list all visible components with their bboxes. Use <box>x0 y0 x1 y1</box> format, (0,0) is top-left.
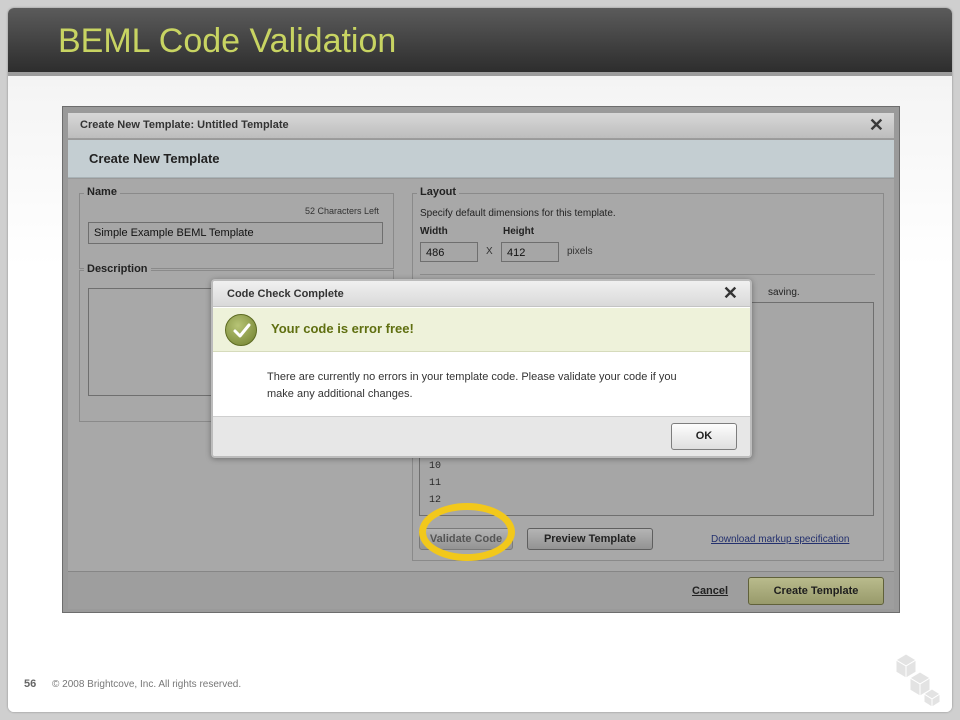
line-number: 12 <box>429 495 442 506</box>
pixels-unit: pixels <box>567 246 593 257</box>
width-input[interactable]: 486 <box>420 242 478 262</box>
name-legend: Name <box>84 186 120 198</box>
layout-divider <box>420 274 875 275</box>
form-header-title: Create New Template <box>89 151 220 166</box>
saving-note-fragment: saving. <box>768 287 800 298</box>
height-label: Height <box>503 226 535 237</box>
success-message: Your code is error free! <box>271 321 414 336</box>
dialog-message: There are currently no errors in your te… <box>267 371 677 400</box>
brightcove-logo-icon <box>895 653 941 708</box>
height-input[interactable]: 412 <box>501 242 559 262</box>
code-check-dialog: Code Check Complete ✕ Your code is error… <box>211 279 752 458</box>
create-template-button[interactable]: Create Template <box>748 577 884 605</box>
template-name-input[interactable]: Simple Example BEML Template <box>88 222 383 244</box>
highlight-ring-annotation <box>419 503 515 561</box>
times-sign: X <box>486 246 493 257</box>
layout-legend: Layout <box>417 186 460 198</box>
dialog-close-icon[interactable]: ✕ <box>723 283 738 304</box>
slide-header: BEML Code Validation <box>8 8 952 72</box>
width-label: Width <box>420 226 448 237</box>
line-number: 11 <box>429 478 442 489</box>
cancel-link[interactable]: Cancel <box>692 585 728 597</box>
dialog-footer: OK <box>213 416 750 456</box>
description-legend: Description <box>84 263 151 275</box>
dialog-titlebar: Code Check Complete ✕ <box>213 281 750 307</box>
download-spec-link[interactable]: Download markup specification <box>711 534 849 545</box>
line-number: 10 <box>429 461 442 472</box>
chars-left-counter: 52 Characters Left <box>304 206 379 216</box>
window-close-icon[interactable]: ✕ <box>869 115 884 136</box>
name-fieldset: Name 52 Characters Left Simple Example B… <box>79 186 394 269</box>
form-header: Create New Template <box>68 140 894 178</box>
copyright-notice: © 2008 Brightcove, Inc. All rights reser… <box>52 679 242 690</box>
window-titlebar: Create New Template: Untitled Template ✕ <box>68 113 894 139</box>
dialog-title: Code Check Complete <box>227 288 344 300</box>
success-banner: Your code is error free! <box>213 308 750 352</box>
preview-template-button[interactable]: Preview Template <box>527 528 653 550</box>
check-circle-icon <box>225 314 257 346</box>
ok-button[interactable]: OK <box>671 423 737 450</box>
slide-title: BEML Code Validation <box>58 22 397 60</box>
window-title: Create New Template: Untitled Template <box>80 119 289 131</box>
window-footer: Cancel Create Template <box>68 571 894 609</box>
layout-description: Specify default dimensions for this temp… <box>420 208 616 219</box>
page-number: 56 <box>24 678 37 690</box>
